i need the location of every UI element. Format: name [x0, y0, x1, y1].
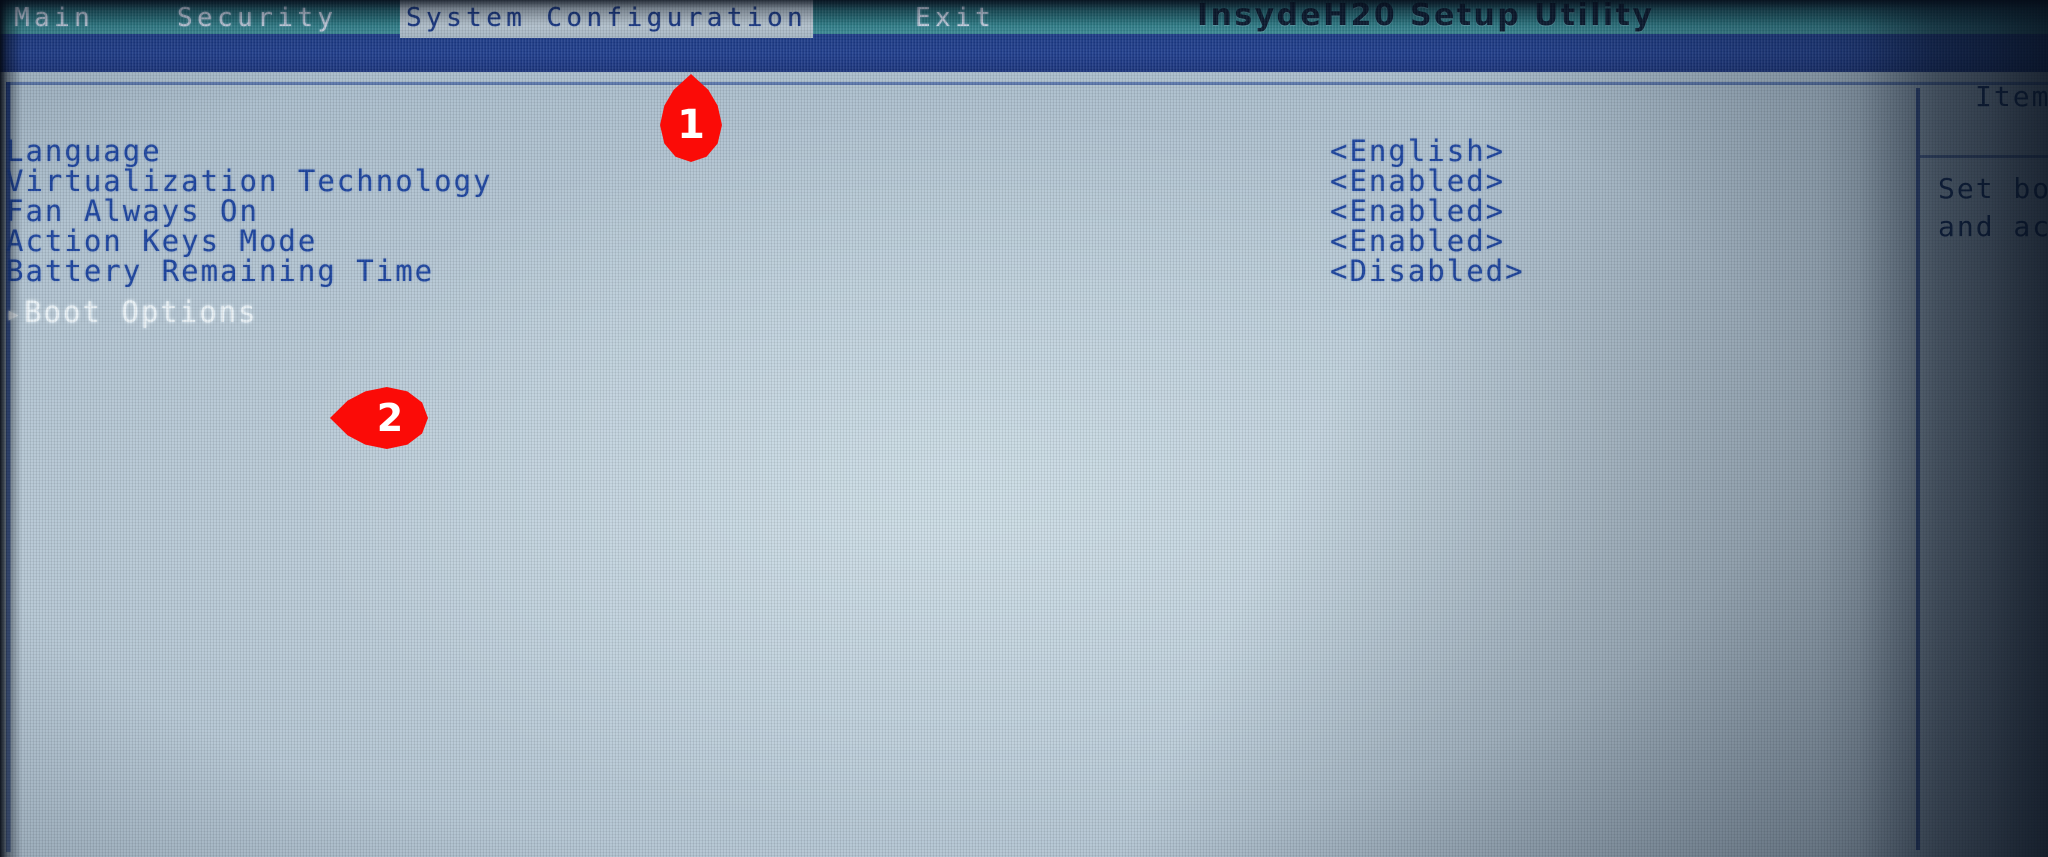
boot-options-label: ▸Boot Options	[6, 292, 258, 334]
setting-value[interactable]: <Disabled>	[1330, 251, 1525, 291]
help-panel-text-line-1: Set bo	[1938, 172, 2048, 205]
content-frame-top-border	[6, 82, 2048, 85]
setting-label: Boot Options	[24, 295, 258, 329]
menu-tab-exit[interactable]: Exit	[915, 0, 995, 38]
setting-label: Battery Remaining Time	[6, 254, 435, 288]
window-title: InsydeH20 Setup Utility	[1197, 0, 1655, 33]
help-panel-rule	[1920, 155, 2048, 158]
menu-bar	[0, 34, 2048, 72]
menu-bar-lcd-texture	[0, 34, 2048, 72]
help-panel-text-line-2: and ac	[1938, 210, 2048, 243]
menu-tab-system-configuration[interactable]: System Configuration	[400, 0, 814, 38]
bios-setup-screen: InsydeH20 Setup Utility Main Security Sy…	[0, 0, 2048, 857]
menu-tab-security[interactable]: Security	[177, 0, 337, 38]
menu-tab-main[interactable]: Main	[14, 0, 94, 38]
help-panel-divider	[1916, 88, 1920, 850]
help-panel-title: Item	[1975, 80, 2048, 113]
screen-backlight-tint	[0, 0, 2048, 857]
submenu-arrow-icon: ▸	[6, 299, 24, 328]
